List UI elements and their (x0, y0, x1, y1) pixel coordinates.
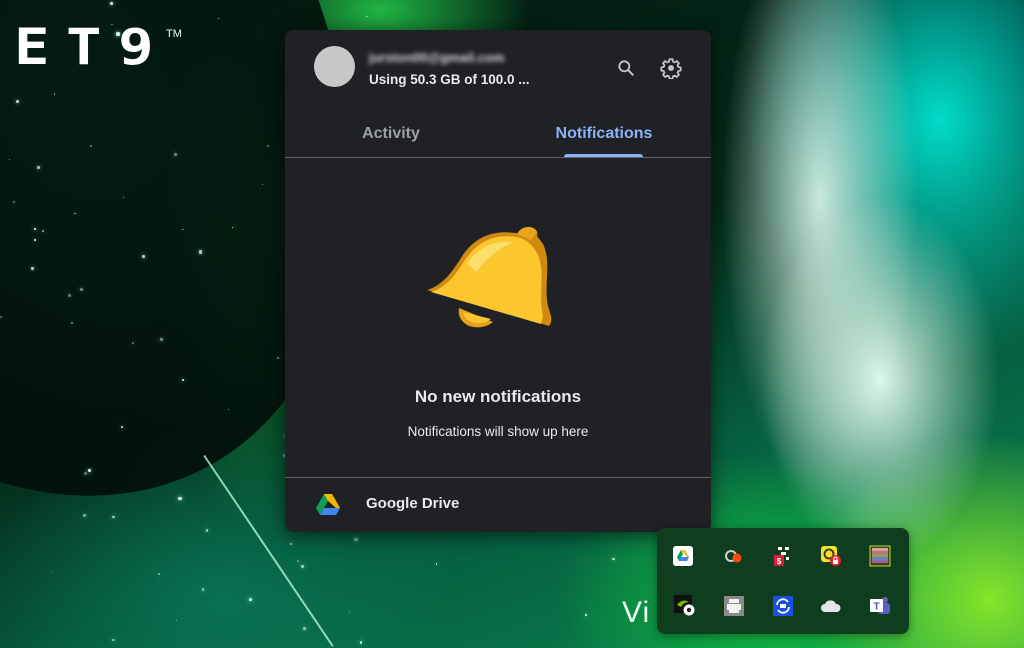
star (42, 230, 44, 233)
star (354, 538, 358, 542)
sync-glyph (773, 596, 793, 616)
star (176, 619, 178, 621)
desktop-partial-text: Vi (622, 596, 651, 629)
star (112, 515, 115, 519)
onedrive-glyph (821, 600, 841, 612)
gear-icon (660, 58, 682, 79)
star (0, 315, 3, 318)
search-icon (618, 60, 634, 76)
printer-glyph (724, 596, 744, 616)
svg-text:$: $ (777, 557, 782, 566)
star (33, 227, 36, 230)
star (585, 614, 588, 617)
sync-app-icon[interactable] (772, 595, 794, 617)
star (88, 469, 91, 472)
star (50, 570, 53, 573)
star (132, 341, 134, 344)
star (82, 514, 86, 518)
google-drive-tray-glyph (673, 546, 693, 566)
empty-state-title: No new notifications (414, 387, 582, 406)
star (302, 626, 306, 630)
star (79, 287, 84, 292)
star (201, 588, 205, 591)
star (182, 228, 185, 231)
star (611, 557, 615, 561)
star (112, 638, 115, 641)
microsoft-teams-icon[interactable]: T (869, 595, 891, 617)
star (289, 543, 292, 546)
tab-bar: Activity Notifications (285, 110, 711, 158)
star (122, 197, 125, 199)
star (142, 255, 145, 258)
tab-notifications[interactable]: Notifications (497, 110, 711, 158)
storage-usage: Using 50.3 GB of 100.0 ... (369, 72, 530, 87)
star (8, 158, 11, 161)
star (182, 379, 184, 381)
system-tray-overflow: $ T (657, 528, 909, 634)
onedrive-icon[interactable] (820, 595, 842, 617)
star (37, 166, 40, 169)
palette-glyph (869, 545, 891, 567)
star (70, 321, 73, 324)
star (359, 641, 363, 645)
star (34, 239, 37, 242)
star (74, 212, 76, 214)
trademark-mark: TM (166, 28, 182, 40)
star (232, 226, 234, 229)
star (249, 597, 253, 601)
google-drive-panel: jurston00@gmail.com Using 50.3 GB of 100… (285, 30, 711, 532)
star (218, 17, 220, 19)
color-palette-app-icon[interactable] (869, 545, 891, 567)
nvidia-settings-icon[interactable] (674, 595, 696, 617)
star (110, 1, 114, 6)
star (267, 144, 270, 147)
star (227, 408, 229, 410)
star (198, 250, 203, 254)
star (89, 145, 92, 148)
search-button[interactable] (612, 54, 640, 82)
star (121, 426, 123, 428)
google-drive-tray-icon[interactable] (672, 545, 694, 567)
star (12, 200, 16, 204)
creative-cloud-glyph (725, 550, 742, 563)
teams-glyph: T (870, 597, 890, 614)
star (31, 267, 35, 270)
star (178, 496, 182, 500)
empty-state-subtitle: Notifications will show up here (407, 424, 589, 439)
nvidia-glyph (674, 595, 695, 616)
star (435, 563, 438, 566)
printer-icon[interactable] (723, 595, 745, 617)
star (83, 472, 88, 476)
account-header: jurston00@gmail.com Using 50.3 GB of 100… (285, 30, 711, 102)
google-drive-label: Google Drive (366, 495, 460, 512)
avatar[interactable] (314, 46, 355, 87)
star (262, 183, 264, 185)
star (296, 559, 300, 562)
star (157, 572, 160, 576)
tab-divider (285, 157, 711, 158)
dropbox-alert-icon[interactable]: $ (772, 545, 794, 567)
settings-button[interactable] (657, 54, 685, 82)
bell-icon (427, 226, 552, 328)
creative-cloud-sync-icon[interactable] (723, 545, 745, 567)
account-email: jurston00@gmail.com (369, 50, 505, 65)
et9-logo: ET9 (14, 18, 171, 76)
norton-glyph (821, 546, 841, 566)
dropbox-glyph: $ (774, 547, 789, 566)
star (348, 611, 350, 613)
star (174, 153, 178, 157)
star (68, 293, 72, 297)
star (365, 15, 368, 18)
star (301, 565, 304, 568)
star (16, 100, 19, 103)
star (53, 93, 56, 95)
google-drive-icon (316, 494, 340, 515)
svg-text:T: T (873, 602, 879, 613)
star (206, 529, 209, 532)
tab-activity[interactable]: Activity (285, 110, 497, 158)
star (160, 338, 163, 341)
star (276, 356, 280, 360)
open-google-drive-button[interactable]: Google Drive (285, 478, 711, 532)
norton-locked-icon[interactable] (820, 545, 842, 567)
